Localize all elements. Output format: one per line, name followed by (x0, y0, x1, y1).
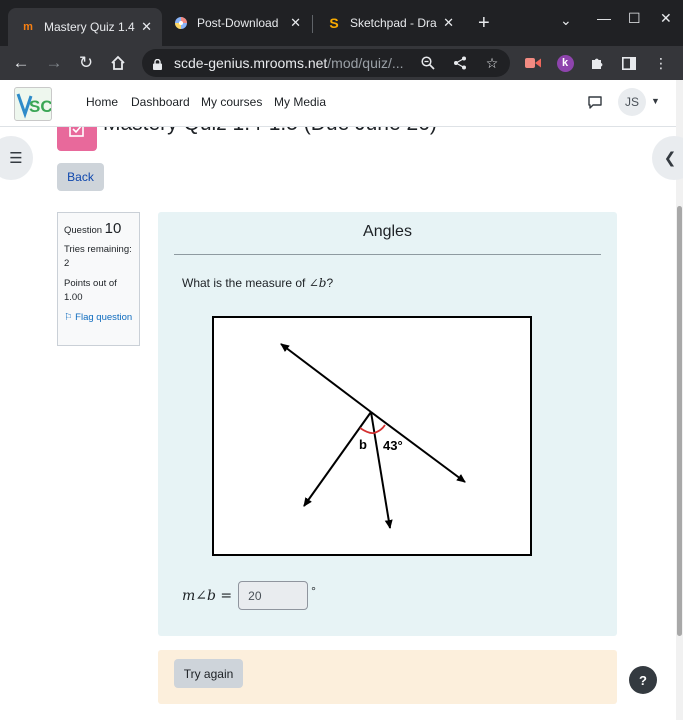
help-button[interactable]: ? (629, 666, 657, 694)
user-avatar[interactable]: JS (618, 88, 646, 116)
bookmark-star-icon[interactable]: ☆ (483, 54, 501, 72)
answer-label: m∠b = (182, 587, 233, 604)
browser-tab-sketchpad[interactable]: S Sketchpad - Dra ✕ (314, 8, 464, 38)
flag-icon: ⚐ (64, 312, 73, 323)
chevron-down-icon[interactable]: ▼ (651, 96, 660, 106)
share-icon[interactable] (451, 54, 469, 72)
question-number-value: 10 (104, 220, 122, 237)
nav-link-home[interactable]: Home (86, 95, 118, 109)
feedback-panel: Try again (158, 650, 617, 704)
reload-icon[interactable]: ↻ (73, 50, 99, 76)
block-drawer-toggle[interactable]: ❮ (652, 136, 683, 180)
prompt-end: ? (326, 276, 334, 290)
browser-menu-icon[interactable]: ⋮ (650, 52, 672, 74)
answer-input[interactable]: 20 (238, 581, 309, 610)
angle-43-label: 43° (383, 438, 403, 453)
question-prompt: What is the measure of ∠b? (182, 276, 333, 290)
url-text: scde-genius.mrooms.net/mod/quiz/... (174, 55, 404, 71)
back-button[interactable]: Back (57, 163, 104, 191)
tries-remaining: Tries remaining: 2 (64, 244, 132, 269)
tab-title: Sketchpad - Dra (350, 16, 437, 30)
sketchpad-s-icon: S (329, 15, 339, 31)
extensions-puzzle-icon[interactable] (586, 52, 608, 74)
tab-search-icon[interactable]: ⌄ (560, 12, 572, 29)
nav-link-my-media[interactable]: My Media (274, 95, 326, 109)
angle-43-mark (373, 424, 386, 434)
course-index-toggle[interactable]: ☰ (0, 136, 33, 180)
forward-arrow-icon[interactable]: → (41, 50, 67, 76)
tab-title: Mastery Quiz 1.4 (44, 20, 135, 34)
url-path: /mod/quiz/... (327, 55, 404, 71)
browser-tab-post-download[interactable]: Post-Download ✕ (161, 8, 311, 38)
question-heading: Angles (363, 223, 412, 240)
nav-link-dashboard[interactable]: Dashboard (131, 95, 190, 109)
side-panel-icon[interactable] (618, 52, 640, 74)
flag-question-label: Flag question (75, 312, 133, 323)
kami-extension-icon[interactable]: k (554, 52, 576, 74)
chevron-left-icon: ❮ (663, 150, 677, 167)
prompt-angle: ∠b (308, 276, 327, 290)
home-icon[interactable] (105, 50, 131, 76)
browser-toolbar: ← → ↻ scde-genius.mrooms.net/mod/quiz/..… (0, 46, 683, 80)
question-info-panel: Question 10 Tries remaining: 2 Points ou… (57, 212, 140, 346)
close-window-icon[interactable]: ✕ (660, 10, 672, 27)
degree-unit: ° (311, 583, 316, 598)
close-tab-icon[interactable]: ✕ (443, 15, 454, 31)
messages-icon[interactable] (587, 94, 603, 110)
back-arrow-icon[interactable]: ← (8, 50, 34, 76)
answer-row: m∠b = 20 ° (182, 581, 316, 610)
svg-text:SC: SC (29, 97, 51, 116)
question-label: Question (64, 225, 103, 236)
site-logo[interactable]: SC (14, 87, 52, 121)
angle-b-label: b (359, 437, 367, 452)
screencast-extension-icon[interactable] (522, 52, 544, 74)
question-content: Angles What is the measure of ∠b? b 43° … (158, 212, 617, 636)
ray-lower-left (303, 411, 372, 507)
moodle-m-icon: m (23, 21, 33, 33)
tab-separator (312, 15, 313, 33)
nav-link-my-courses[interactable]: My courses (201, 95, 262, 109)
tab-title: Post-Download (197, 16, 279, 30)
url-domain: scde-genius.mrooms.net (174, 55, 328, 71)
try-again-button[interactable]: Try again (174, 659, 243, 688)
minimize-icon[interactable]: — (597, 10, 611, 26)
heading-divider (174, 254, 601, 255)
browser-tab-quiz[interactable]: m Mastery Quiz 1.4 ✕ (8, 8, 162, 46)
browser-tab-strip: m Mastery Quiz 1.4 ✕ Post-Download ✕ S S… (0, 0, 683, 46)
lock-icon (153, 57, 162, 70)
angle-diagram: b 43° (212, 316, 532, 556)
color-wheel-icon (173, 15, 189, 31)
site-navbar: SC Home Dashboard My courses My Media JS… (0, 80, 676, 127)
new-tab-button[interactable]: + (478, 13, 490, 33)
address-bar[interactable]: scde-genius.mrooms.net/mod/quiz/... ☆ (142, 49, 510, 77)
list-icon: ☰ (9, 150, 23, 167)
close-tab-icon[interactable]: ✕ (141, 19, 152, 35)
flag-question-link[interactable]: ⚐ Flag question (64, 311, 133, 325)
close-tab-icon[interactable]: ✕ (290, 15, 301, 31)
zoom-icon[interactable] (419, 54, 437, 72)
prompt-text: What is the measure of (182, 276, 309, 290)
angle-b-mark (359, 427, 375, 435)
page-scrollbar-thumb[interactable] (677, 206, 682, 636)
maximize-icon[interactable]: ☐ (628, 10, 641, 27)
points-out-of: Points out of 1.00 (64, 278, 117, 303)
angle-diagram-svg: b 43° (280, 343, 466, 529)
ray-upper-left (280, 343, 372, 413)
question-number: Question 10 (64, 220, 133, 237)
